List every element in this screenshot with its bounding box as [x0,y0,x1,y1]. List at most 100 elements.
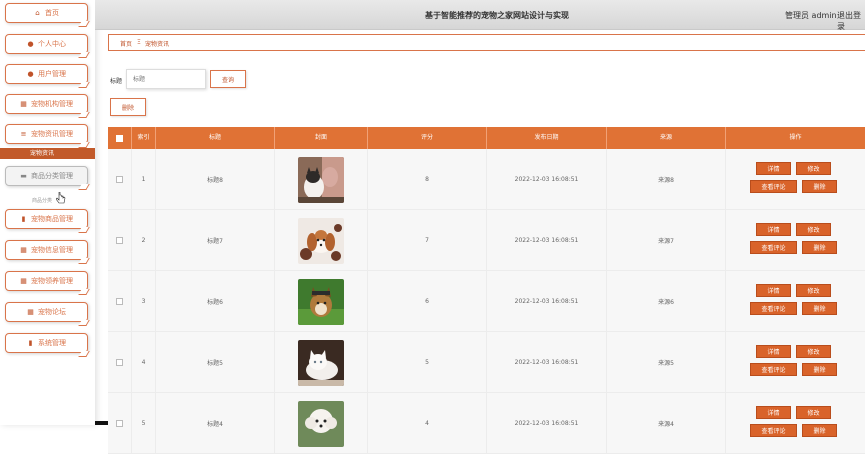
mouse-cursor-icon [56,192,66,204]
index-cell: 2 [132,210,156,271]
monitor-icon: ▬ [20,171,27,180]
detail-button[interactable]: 详情 [756,162,791,175]
edit-button[interactable]: 修改 [796,345,831,358]
col-header: 发布日期 [487,127,607,149]
search-button[interactable]: 查询 [210,70,246,88]
sidebar: ⌂ 首页 ● 个人中心 ● 用户管理 ▦ 宠物机构管理 ≡ 宠物资讯管理 宠物资讯 ▬ 商品… [0,0,95,425]
date-cell: 2022-12-03 16:08:51 [487,271,607,332]
sidebar-item-goods-category[interactable]: ▬ 商品分类管理 [5,166,90,190]
edit-button[interactable]: 修改 [796,284,831,297]
table-header: 索引 标题 封面 评分 发布日期 来源 操作 [108,127,865,149]
submenu-goods-category[interactable]: 商品分类 [32,197,52,204]
date-cell: 2022-12-03 16:08:51 [487,149,607,210]
delete-row-button[interactable]: 删除 [802,180,837,193]
row-checkbox[interactable] [116,176,123,183]
table-row: 5 标题4 4 2022-12-03 16:08:51 来源4 详情 修改 查看… [108,393,865,454]
source-cell: 来源7 [607,210,726,271]
sidebar-item-label: 宠物论坛 [38,308,66,316]
title-cell: 标题6 [156,271,275,332]
actions-cell: 详情 修改 查看评论 删除 [726,332,865,393]
sidebar-item-label: 宠物机构管理 [31,100,73,108]
select-all-cell [108,127,132,149]
detail-button[interactable]: 详情 [756,223,791,236]
delete-row-button[interactable]: 删除 [802,302,837,315]
rating-cell: 6 [368,271,487,332]
sidebar-item-personal-center[interactable]: ● 个人中心 [5,34,90,58]
grid-icon: ▦ [27,307,34,316]
col-header: 索引 [132,127,156,149]
row-select-cell [108,271,132,332]
search-label: 标题 [110,78,123,85]
row-checkbox[interactable] [116,420,123,427]
source-cell: 来源6 [607,271,726,332]
view-comments-button[interactable]: 查看评论 [750,241,797,254]
sidebar-item-pet-news[interactable]: ≡ 宠物资讯管理 [5,124,90,148]
title-cell: 标题5 [156,332,275,393]
sidebar-item-pet-info[interactable]: ▦ 宠物信息管理 [5,240,90,264]
row-select-cell [108,393,132,454]
edit-button[interactable]: 修改 [796,223,831,236]
row-checkbox[interactable] [116,298,123,305]
cover-image-puppy-spaniel [298,217,344,264]
sidebar-item-pet-adoption[interactable]: ▦ 宠物领养管理 [5,271,90,295]
gift-icon: ▦ [20,99,27,108]
col-header: 来源 [607,127,726,149]
cover-cell [275,149,368,210]
sidebar-item-pet-institution[interactable]: ▦ 宠物机构管理 [5,94,90,118]
view-comments-button[interactable]: 查看评论 [750,424,797,437]
rating-cell: 8 [368,149,487,210]
delete-row-button[interactable]: 删除 [802,241,837,254]
sidebar-item-label: 用户管理 [38,70,66,78]
delete-row-button[interactable]: 删除 [802,363,837,376]
top-bar: 基于智能推荐的宠物之家网站设计与实现 管理员 admin 退出登录 [95,0,865,32]
row-checkbox[interactable] [116,237,123,244]
view-comments-button[interactable]: 查看评论 [750,180,797,193]
breadcrumb-current: 宠物资讯 [145,41,170,48]
index-cell: 3 [132,271,156,332]
submenu-active-pet-news[interactable]: 宠物资讯 [0,148,95,159]
sidebar-item-label: 宠物资讯管理 [31,130,73,138]
cover-image-white-poodle [298,400,344,447]
cover-image-white-cat [298,339,344,386]
view-comments-button[interactable]: 查看评论 [750,302,797,315]
col-header: 标题 [156,127,275,149]
actions-cell: 详情 修改 查看评论 删除 [726,393,865,454]
detail-button[interactable]: 详情 [756,284,791,297]
title-cell: 标题8 [156,149,275,210]
sidebar-item-pet-forum[interactable]: ▦ 宠物论坛 [5,302,90,326]
cover-cell [275,393,368,454]
sidebar-item-label: 个人中心 [38,40,66,48]
grid-icon: ▦ [20,276,27,285]
sidebar-item-pet-goods[interactable]: ▮ 宠物商品管理 [5,209,90,233]
sidebar-item-label: 商品分类管理 [31,172,73,180]
row-checkbox[interactable] [116,359,123,366]
actions-cell: 详情 修改 查看评论 删除 [726,149,865,210]
sidebar-item-label: 首页 [45,9,59,17]
grid-icon: ▦ [20,245,27,254]
detail-button[interactable]: 详情 [756,406,791,419]
edit-button[interactable]: 修改 [796,162,831,175]
breadcrumb-home[interactable]: 首页 [120,39,132,48]
sidebar-item-home[interactable]: ⌂ 首页 [5,3,90,27]
cover-cell [275,332,368,393]
logout-link[interactable]: 退出登录 [837,10,865,32]
delete-button[interactable]: 删除 [110,98,146,116]
sidebar-item-user-management[interactable]: ● 用户管理 [5,64,90,88]
delete-row-button[interactable]: 删除 [802,424,837,437]
select-all-checkbox[interactable] [116,134,123,142]
table-row: 4 标题5 5 2022-12-03 16:08:51 来源5 详情 修改 查看… [108,332,865,393]
date-cell: 2022-12-03 16:08:51 [487,210,607,271]
source-cell: 来源8 [607,149,726,210]
detail-button[interactable]: 详情 [756,345,791,358]
user-icon: ● [27,69,34,78]
sidebar-item-label: 宠物信息管理 [31,246,73,254]
edit-button[interactable]: 修改 [796,406,831,419]
view-comments-button[interactable]: 查看评论 [750,363,797,376]
bar-chart-icon: ▮ [21,214,26,223]
row-select-cell [108,332,132,393]
search-input[interactable] [126,69,206,89]
cover-cell [275,271,368,332]
table-row: 2 标题7 7 2022-12-03 16:08:51 来源7 详情 修改 查看… [108,210,865,271]
sidebar-item-system[interactable]: ▮ 系统管理 [5,333,90,357]
person-icon: ● [27,39,34,48]
